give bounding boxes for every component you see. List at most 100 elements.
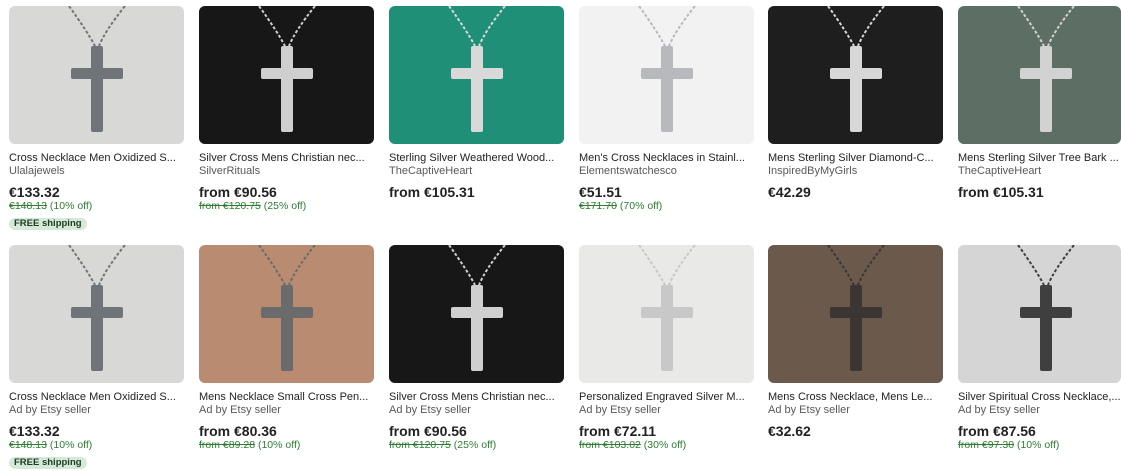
discount-percent: (10% off) (257, 439, 301, 451)
original-price: €148.13 (9, 439, 47, 451)
product-photo (768, 6, 943, 144)
listing-card[interactable]: Mens Sterling Silver Diamond-C... Inspir… (768, 6, 943, 200)
product-photo (958, 6, 1121, 144)
listing-price: from €90.56 (389, 423, 467, 439)
discount-line: €171.70 (70% off) (579, 200, 754, 213)
listing-image[interactable] (768, 245, 943, 383)
product-photo (958, 245, 1121, 383)
shop-name: TheCaptiveHeart (958, 165, 1042, 177)
listing-card[interactable]: Personalized Engraved Silver M... Ad by … (579, 245, 754, 452)
shop-name: InspiredByMyGirls (768, 165, 858, 177)
discount-line: from €89.28 (10% off) (199, 439, 374, 452)
listing-price: from €80.36 (199, 423, 277, 439)
listing-card[interactable]: Mens Necklace Small Cross Pen... Ad by E… (199, 245, 374, 452)
original-price: from €89.28 (199, 439, 256, 451)
original-price: from €103.02 (579, 439, 641, 451)
listing-card[interactable]: Mens Sterling Silver Tree Bark ... TheCa… (958, 6, 1121, 200)
listing-image[interactable] (199, 245, 374, 383)
original-price: from €120.75 (389, 439, 451, 451)
discount-percent: (30% off) (643, 439, 687, 451)
cross-vertical-bar (281, 285, 293, 371)
listing-card[interactable]: Men's Cross Necklaces in Stainl... Eleme… (579, 6, 754, 213)
cross-horizontal-bar (451, 68, 503, 79)
listing-image[interactable] (768, 6, 943, 144)
listing-image[interactable] (579, 245, 754, 383)
ad-label: Ad by Etsy seller (9, 404, 91, 416)
listing-card[interactable]: Mens Cross Necklace, Mens Le... Ad by Et… (768, 245, 943, 439)
product-photo (199, 6, 374, 144)
listing-image[interactable] (958, 6, 1121, 144)
discount-line: from €120.75 (25% off) (199, 200, 374, 213)
original-price: from €120.75 (199, 200, 261, 212)
listing-price: €32.62 (768, 423, 811, 439)
discount-percent: (10% off) (1016, 439, 1060, 451)
listing-image[interactable] (9, 245, 184, 383)
discount-line: €148.13 (10% off) (9, 200, 184, 213)
listing-image[interactable] (579, 6, 754, 144)
discount-percent: (10% off) (49, 439, 93, 451)
ad-label: Ad by Etsy seller (389, 404, 471, 416)
cross-vertical-bar (91, 285, 103, 371)
cross-horizontal-bar (71, 307, 123, 318)
listing-title[interactable]: Personalized Engraved Silver M... (579, 390, 754, 404)
listing-title[interactable]: Sterling Silver Weathered Wood... (389, 151, 564, 165)
listing-title[interactable]: Silver Cross Mens Christian nec... (389, 390, 564, 404)
listing-grid: Cross Necklace Men Oxidized S... Ulalaje… (0, 0, 1121, 471)
cross-horizontal-bar (261, 307, 313, 318)
cross-horizontal-bar (641, 68, 693, 79)
listing-title[interactable]: Cross Necklace Men Oxidized S... (9, 390, 184, 404)
shop-name: SilverRituals (199, 165, 261, 177)
product-photo (389, 6, 564, 144)
cross-vertical-bar (850, 285, 862, 371)
listing-card[interactable]: Silver Cross Mens Christian nec... Ad by… (389, 245, 564, 452)
discount-line: from €97.30 (10% off) (958, 439, 1121, 452)
listing-price: from €72.11 (579, 423, 657, 439)
original-price: from €97.30 (958, 439, 1015, 451)
listing-title[interactable]: Mens Sterling Silver Diamond-C... (768, 151, 943, 165)
listing-card[interactable]: Cross Necklace Men Oxidized S... Ulalaje… (9, 6, 184, 231)
discount-line: from €103.02 (30% off) (579, 439, 754, 452)
cross-vertical-bar (91, 46, 103, 132)
listing-title[interactable]: Silver Cross Mens Christian nec... (199, 151, 374, 165)
listing-price: €133.32 (9, 423, 60, 439)
listing-image[interactable] (9, 6, 184, 144)
ad-label: Ad by Etsy seller (579, 404, 661, 416)
listing-card[interactable]: Silver Spiritual Cross Necklace,... Ad b… (958, 245, 1121, 452)
cross-vertical-bar (281, 46, 293, 132)
free-shipping-badge: FREE shipping (9, 457, 87, 469)
shop-name: Elementswatchesco (579, 165, 677, 177)
listing-price: €133.32 (9, 184, 60, 200)
listing-title[interactable]: Cross Necklace Men Oxidized S... (9, 151, 184, 165)
cross-vertical-bar (661, 46, 673, 132)
cross-vertical-bar (1040, 285, 1052, 371)
listing-card[interactable]: Sterling Silver Weathered Wood... TheCap… (389, 6, 564, 200)
cross-horizontal-bar (1020, 68, 1072, 79)
listing-title[interactable]: Men's Cross Necklaces in Stainl... (579, 151, 754, 165)
ad-label: Ad by Etsy seller (958, 404, 1040, 416)
discount-line: from €120.75 (25% off) (389, 439, 564, 452)
listing-title[interactable]: Mens Necklace Small Cross Pen... (199, 390, 374, 404)
original-price: €148.13 (9, 200, 47, 212)
discount-percent: (70% off) (619, 200, 663, 212)
ad-label: Ad by Etsy seller (768, 404, 850, 416)
product-photo (579, 245, 754, 383)
cross-vertical-bar (850, 46, 862, 132)
cross-vertical-bar (471, 285, 483, 371)
shop-name: Ulalajewels (9, 165, 65, 177)
shop-name: TheCaptiveHeart (389, 165, 473, 177)
listing-card[interactable]: Cross Necklace Men Oxidized S... Ad by E… (9, 245, 184, 470)
product-photo (199, 245, 374, 383)
listing-image[interactable] (958, 245, 1121, 383)
listing-image[interactable] (389, 6, 564, 144)
discount-percent: (10% off) (49, 200, 93, 212)
listing-image[interactable] (199, 6, 374, 144)
free-shipping-badge: FREE shipping (9, 218, 87, 230)
listing-card[interactable]: Silver Cross Mens Christian nec... Silve… (199, 6, 374, 213)
product-photo (389, 245, 564, 383)
listing-title[interactable]: Mens Sterling Silver Tree Bark ... (958, 151, 1121, 165)
listing-title[interactable]: Mens Cross Necklace, Mens Le... (768, 390, 943, 404)
listing-price: from €105.31 (958, 184, 1044, 200)
discount-percent: (25% off) (453, 439, 497, 451)
listing-title[interactable]: Silver Spiritual Cross Necklace,... (958, 390, 1121, 404)
listing-image[interactable] (389, 245, 564, 383)
